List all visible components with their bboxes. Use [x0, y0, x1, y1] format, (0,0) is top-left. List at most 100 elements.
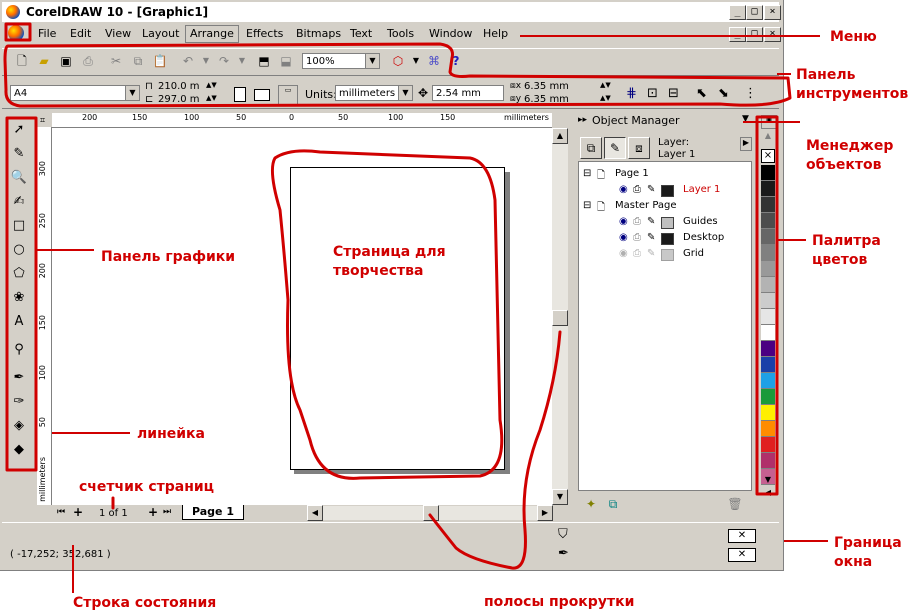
redo-dropdown-icon[interactable]: ▼	[234, 53, 250, 69]
last-page-icon[interactable]: ⏭	[163, 507, 171, 517]
paper-type-combo[interactable]: A4 ▼	[10, 85, 140, 101]
paste-icon[interactable]: 📋	[152, 53, 168, 69]
draw-properties-icon[interactable]: ⬊	[718, 86, 729, 101]
zoom-tool-icon[interactable]: 🔍	[10, 169, 28, 187]
snap-guides-icon[interactable]: ⊡	[647, 86, 658, 101]
palette-swatch[interactable]	[761, 341, 775, 357]
application-launcher-icon[interactable]: ⬡	[390, 53, 406, 69]
menu-effects[interactable]: Effects	[246, 27, 283, 40]
menu-help[interactable]: Help	[483, 27, 508, 40]
nudge-field[interactable]: 2.54 mm	[432, 85, 504, 101]
add-page-after-icon[interactable]: +	[148, 505, 158, 519]
menu-file[interactable]: File	[38, 27, 56, 40]
menu-edit[interactable]: Edit	[70, 27, 91, 40]
palette-scroll-up-icon[interactable]: ▲	[761, 131, 775, 143]
tree-item-guides[interactable]: Guides	[683, 216, 718, 227]
palette-swatch[interactable]	[761, 277, 775, 293]
editable-pencil-icon[interactable]: ✎	[647, 232, 655, 243]
menu-layout[interactable]: Layout	[142, 27, 179, 40]
basic-shapes-tool-icon[interactable]: ❀	[10, 289, 28, 307]
menu-bitmaps[interactable]: Bitmaps	[296, 27, 341, 40]
landscape-icon[interactable]	[254, 89, 270, 101]
doc-minimize-button[interactable]: _	[729, 27, 746, 42]
import-icon[interactable]: ⬒	[256, 53, 272, 69]
interactive-fill-tool-icon[interactable]: ◆	[10, 441, 28, 459]
menu-view[interactable]: View	[105, 27, 131, 40]
new-layer-icon[interactable]: ✦	[582, 497, 600, 515]
scroll-up-icon[interactable]: ▲	[552, 128, 568, 144]
undo-dropdown-icon[interactable]: ▼	[198, 53, 214, 69]
editable-pencil-icon[interactable]: ✎	[647, 248, 655, 259]
tree-expander-icon[interactable]: ⊟	[583, 200, 591, 211]
menu-tools[interactable]: Tools	[387, 27, 414, 40]
menu-text[interactable]: Text	[350, 27, 372, 40]
palette-swatch[interactable]	[761, 453, 775, 469]
horizontal-scroll-thumb[interactable]	[423, 505, 439, 521]
pick-tool-icon[interactable]: ➚	[10, 121, 28, 139]
chevron-down-icon[interactable]: ▼	[125, 86, 139, 100]
ruler-origin-icon[interactable]: ⌗	[40, 116, 45, 126]
vertical-scrollbar[interactable]: ▲ ▼	[552, 128, 568, 505]
palette-swatch[interactable]	[761, 213, 775, 229]
help-icon[interactable]: ?	[448, 53, 464, 69]
flyout-arrow-icon[interactable]: ▶	[740, 137, 752, 151]
palette-swatch[interactable]	[761, 389, 775, 405]
show-properties-icon[interactable]: ⧉	[580, 137, 602, 159]
palette-swatch[interactable]	[761, 405, 775, 421]
print-icon[interactable]: ⎙	[80, 53, 96, 69]
horizontal-ruler[interactable]: 200 150 100 50 0 50 100 150 millimeters	[52, 113, 552, 128]
palette-swatch[interactable]	[761, 309, 775, 325]
grid-icon[interactable]: ⋕	[626, 86, 637, 101]
page-width-value[interactable]: 210.0 m	[158, 81, 200, 92]
palette-scroll-down-icon[interactable]: ▼	[761, 475, 775, 487]
fill-none-indicator-icon[interactable]: ✕	[728, 529, 756, 543]
palette-swatch[interactable]	[761, 437, 775, 453]
vertical-ruler[interactable]: 300 250 200 150 100 50 millimeters	[37, 127, 52, 507]
document-icon[interactable]	[8, 25, 24, 41]
delete-trash-icon[interactable]: 🗑	[726, 497, 744, 515]
corel-online-icon[interactable]: ⌘	[426, 53, 442, 69]
editable-pencil-icon[interactable]: ✎	[647, 216, 655, 227]
palette-swatch[interactable]	[761, 373, 775, 389]
no-color-icon[interactable]: ⨯	[761, 149, 775, 163]
palette-expand-icon[interactable]: ◀	[761, 488, 775, 500]
tree-item-grid[interactable]: Grid	[683, 248, 704, 259]
interactive-blend-tool-icon[interactable]: ⚲	[10, 341, 28, 359]
scroll-left-icon[interactable]: ◀	[307, 505, 323, 521]
scroll-down-icon[interactable]: ▼	[552, 489, 568, 505]
duplicate-y-value[interactable]: 6.35 mm	[524, 94, 569, 105]
open-folder-icon[interactable]: ▰	[36, 53, 52, 69]
palette-swatch[interactable]	[761, 261, 775, 277]
text-tool-icon[interactable]: A	[10, 313, 28, 331]
polygon-tool-icon[interactable]: ⬠	[10, 265, 28, 283]
edit-across-layers-icon[interactable]: ✎	[604, 137, 626, 159]
visible-eye-icon[interactable]: ◉	[619, 184, 628, 195]
palette-swatch[interactable]	[761, 165, 775, 181]
tree-item-page-1[interactable]: Page 1	[615, 168, 649, 179]
tree-item-layer-1[interactable]: Layer 1	[683, 184, 720, 195]
ellipse-tool-icon[interactable]: ○	[10, 241, 28, 259]
palette-swatch[interactable]	[761, 421, 775, 437]
cut-icon[interactable]: ✂	[108, 53, 124, 69]
visible-eye-icon[interactable]: ◉	[619, 232, 628, 243]
shape-tool-icon[interactable]: ✎	[10, 145, 28, 163]
restore-button[interactable]: □	[746, 5, 763, 20]
new-document-icon[interactable]: 🗋	[14, 53, 30, 69]
tree-item-desktop[interactable]: Desktop	[683, 232, 724, 243]
page-height-value[interactable]: 297.0 m	[158, 94, 200, 105]
doc-restore-button[interactable]: □	[746, 27, 763, 42]
save-icon[interactable]: ▣	[58, 53, 74, 69]
tree-expander-icon[interactable]: ⊟	[583, 168, 591, 179]
outline-none-indicator-icon[interactable]: ✕	[728, 548, 756, 562]
layer-manager-view-icon[interactable]: ⧈	[628, 137, 650, 159]
printable-icon[interactable]: ⎙	[633, 248, 641, 259]
undo-icon[interactable]: ↶	[180, 53, 196, 69]
palette-swatch[interactable]	[761, 245, 775, 261]
width-spinner-icon[interactable]: ▲▼	[206, 81, 217, 89]
menu-window[interactable]: Window	[429, 27, 472, 40]
menu-arrange[interactable]: Arrange	[185, 25, 239, 43]
snap-objects-icon[interactable]: ⊟	[668, 86, 679, 101]
export-icon[interactable]: ⬓	[278, 53, 294, 69]
tab-page-1[interactable]: Page 1	[182, 505, 244, 520]
palette-swatch[interactable]	[761, 181, 775, 197]
